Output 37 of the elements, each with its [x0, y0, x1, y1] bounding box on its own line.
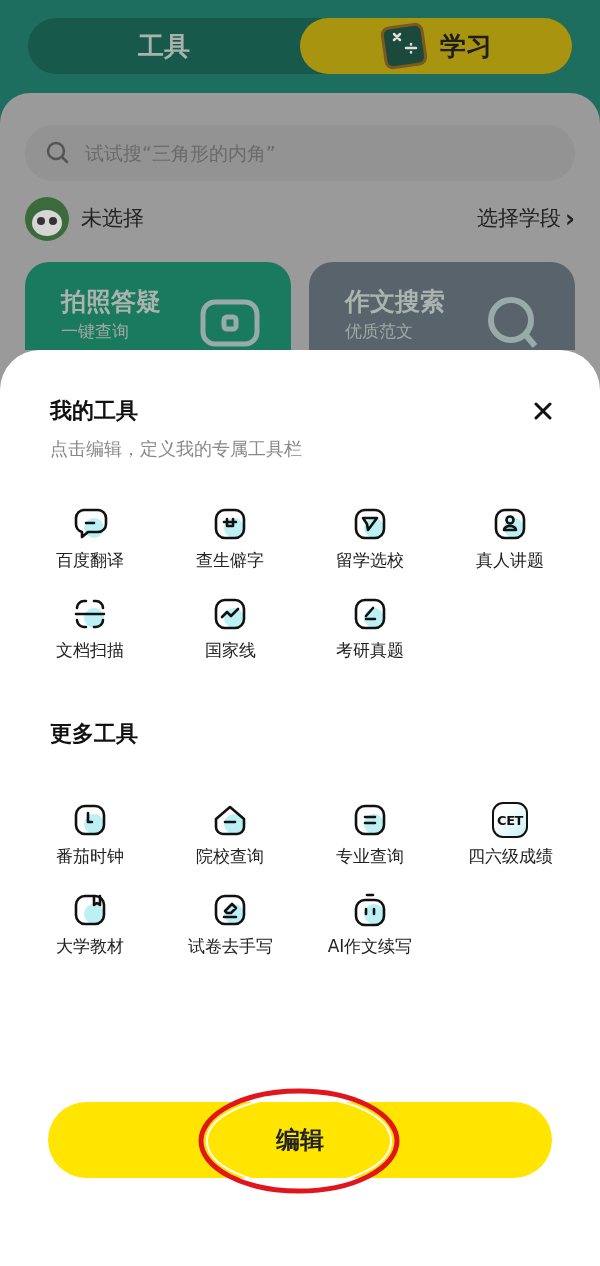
- tab[interactable]: 学习: [300, 18, 572, 74]
- robot-icon: [352, 891, 388, 928]
- paper-plane-icon: [352, 506, 388, 542]
- select-grade-link[interactable]: 选择学段 ›: [477, 201, 575, 237]
- tool-label[interactable]: 国家线: [204, 637, 256, 663]
- feature-title: 拍照答疑: [61, 286, 161, 318]
- grade-value: 未选择: [81, 205, 144, 233]
- tool-label[interactable]: 试卷去手写: [187, 933, 273, 959]
- avatar: [25, 197, 69, 241]
- tool-label[interactable]: 考研真题: [336, 637, 404, 663]
- tool-label[interactable]: 百度翻译: [56, 548, 124, 574]
- edit-button[interactable]: 编辑: [48, 1102, 552, 1178]
- clock-icon: [72, 802, 108, 838]
- tool-label[interactable]: 留学选校: [336, 548, 404, 574]
- close-icon[interactable]: [534, 401, 552, 420]
- search-icon: [45, 140, 71, 166]
- sheet-title: 我的工具: [50, 397, 138, 425]
- feature-subtitle: 优质范文: [345, 320, 413, 342]
- tool-label[interactable]: 专业查询: [336, 844, 404, 870]
- square-glyph-icon: [212, 506, 248, 542]
- chalkboard-icon: [380, 22, 428, 70]
- person-icon: [492, 506, 528, 542]
- feature-subtitle: 一键查询: [61, 320, 129, 342]
- tool-label[interactable]: 真人讲题: [476, 548, 544, 574]
- tool-label[interactable]: 四六级成绩: [467, 844, 553, 870]
- tab[interactable]: 工具: [28, 18, 300, 74]
- tool-label[interactable]: 院校查询: [196, 844, 264, 870]
- tool-label[interactable]: 文档扫描: [56, 637, 124, 663]
- tool-label[interactable]: AI作文续写: [327, 933, 413, 959]
- sheet-subtitle: 点击编辑，定义我的专属工具栏: [50, 437, 303, 461]
- equals-box-icon: [352, 802, 388, 838]
- feature-title: 作文搜索: [345, 286, 445, 318]
- section-title: 更多工具: [50, 720, 139, 748]
- cet-badge-icon: CET: [492, 802, 528, 838]
- tool-label[interactable]: 番茄时钟: [56, 844, 124, 870]
- tool-label[interactable]: 大学教材: [56, 933, 124, 959]
- tool-label[interactable]: 查生僻字: [196, 548, 264, 574]
